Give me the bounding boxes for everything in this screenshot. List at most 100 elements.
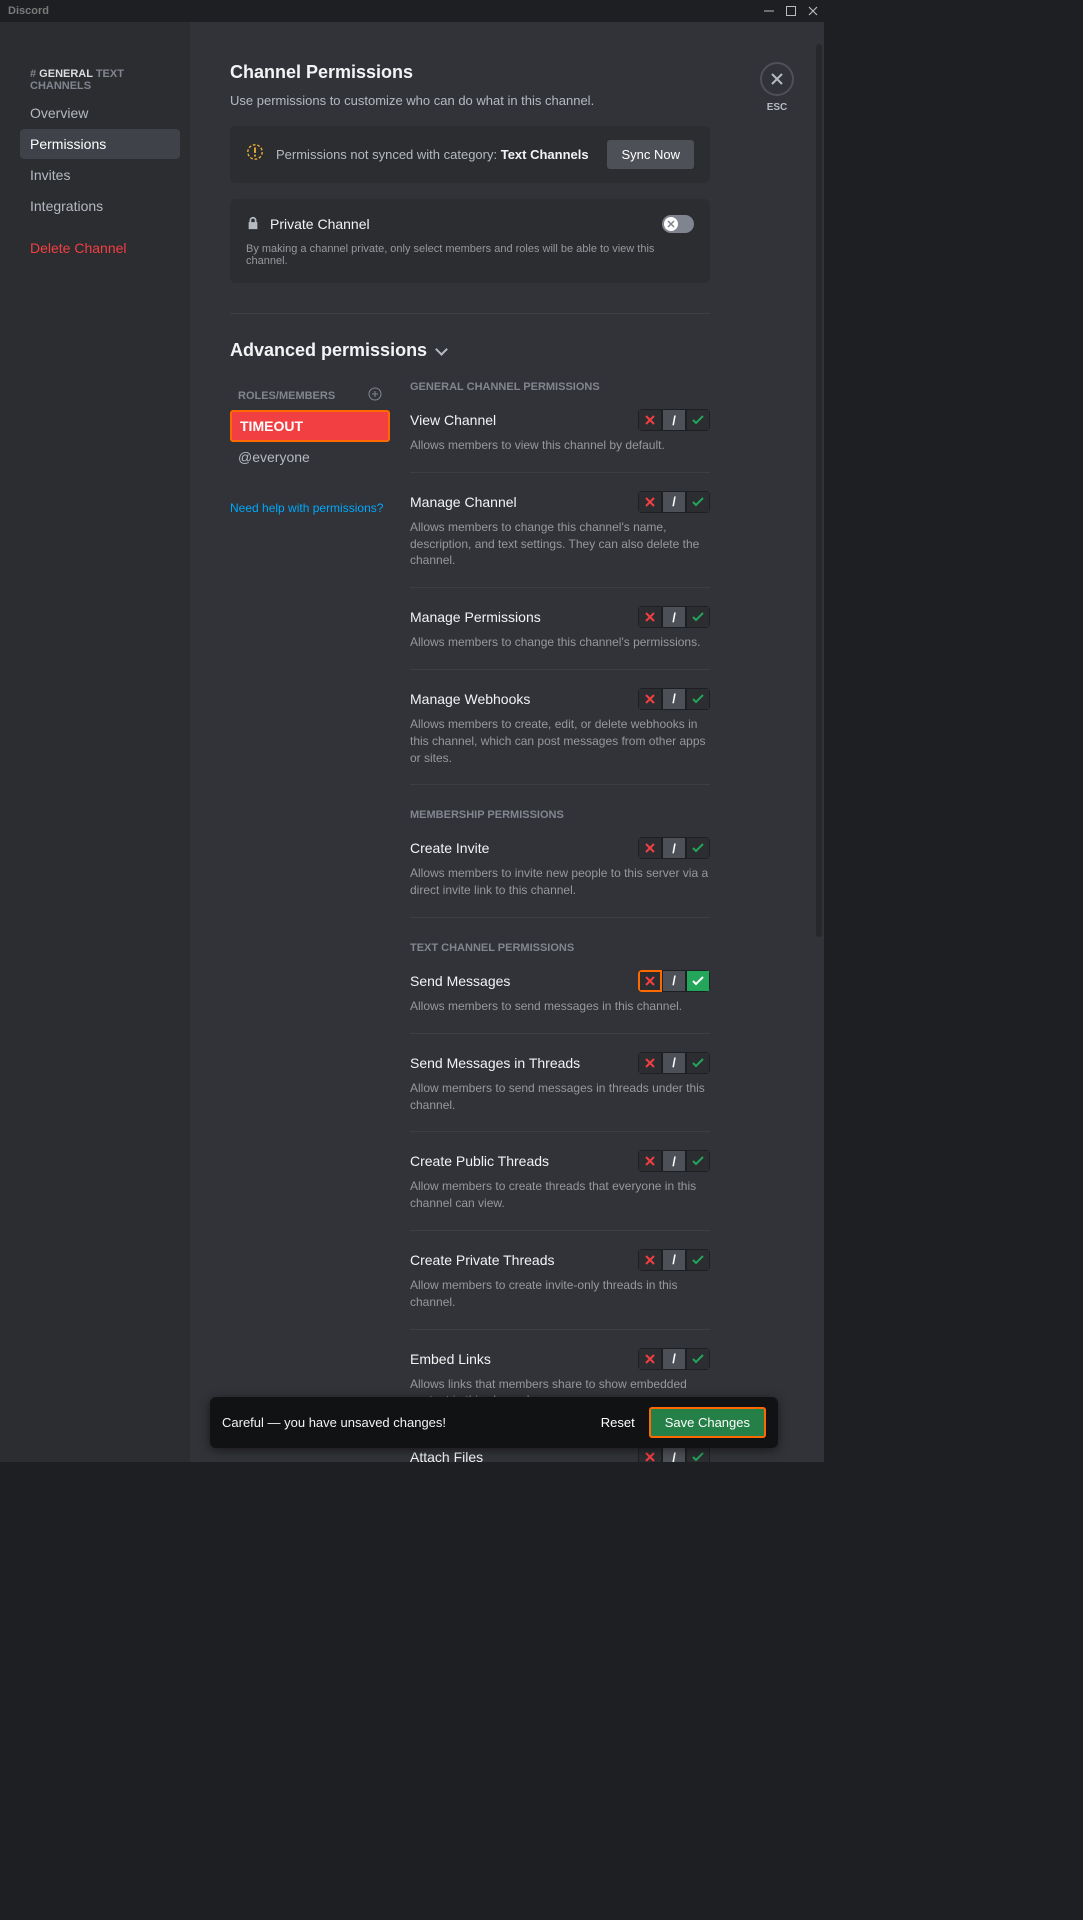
sidebar-item-delete-channel[interactable]: Delete Channel xyxy=(20,233,180,263)
permissions-column: GENERAL CHANNEL PERMISSIONS View Channel… xyxy=(410,381,710,1462)
permission-desc: Allow members to create invite-only thre… xyxy=(410,1277,710,1311)
permission-tri-toggle: / xyxy=(638,1249,710,1271)
deny-button[interactable] xyxy=(638,1348,662,1370)
titlebar: Discord xyxy=(0,0,824,22)
permission-desc: Allows members to view this channel by d… xyxy=(410,437,710,454)
deny-button[interactable] xyxy=(638,1249,662,1271)
permission-desc: Allows members to change this channel's … xyxy=(410,634,710,651)
deny-button[interactable] xyxy=(638,970,662,992)
role-item[interactable]: TIMEOUT xyxy=(230,410,390,442)
passthrough-button[interactable]: / xyxy=(662,970,686,992)
allow-button[interactable] xyxy=(686,688,710,710)
permission-tri-toggle: / xyxy=(638,688,710,710)
permission-tri-toggle: / xyxy=(638,491,710,513)
permission-desc: Allows members to change this channel's … xyxy=(410,519,710,569)
passthrough-button[interactable]: / xyxy=(662,1348,686,1370)
allow-button[interactable] xyxy=(686,606,710,628)
close-window-button[interactable] xyxy=(802,0,824,22)
passthrough-button[interactable]: / xyxy=(662,1150,686,1172)
allow-button[interactable] xyxy=(686,1446,710,1462)
perm-group-header: TEXT CHANNEL PERMISSIONS xyxy=(410,942,710,954)
permission-name: Attach Files xyxy=(410,1449,483,1462)
passthrough-button[interactable]: / xyxy=(662,409,686,431)
passthrough-button[interactable]: / xyxy=(662,606,686,628)
permission-desc: Allows members to send messages in this … xyxy=(410,998,710,1015)
allow-button[interactable] xyxy=(686,1150,710,1172)
sync-now-button[interactable]: Sync Now xyxy=(607,140,694,169)
permission-name: Manage Permissions xyxy=(410,609,541,625)
reset-button[interactable]: Reset xyxy=(587,1408,649,1437)
allow-button[interactable] xyxy=(686,409,710,431)
deny-button[interactable] xyxy=(638,491,662,513)
deny-button[interactable] xyxy=(638,837,662,859)
deny-button[interactable] xyxy=(638,1052,662,1074)
sidebar-item-invites[interactable]: Invites xyxy=(20,160,180,190)
permission-name: Send Messages xyxy=(410,973,510,989)
passthrough-button[interactable]: / xyxy=(662,688,686,710)
roles-column: ROLES/MEMBERS TIMEOUT@everyone Need help… xyxy=(230,381,390,1462)
close-icon xyxy=(770,72,784,86)
close-button[interactable] xyxy=(760,62,794,96)
permission-item: Send Messages / Allows members to send m… xyxy=(410,970,710,1034)
chevron-down-icon[interactable] xyxy=(437,346,447,356)
passthrough-button[interactable]: / xyxy=(662,837,686,859)
minimize-button[interactable] xyxy=(758,0,780,22)
sidebar-item-overview[interactable]: Overview xyxy=(20,98,180,128)
passthrough-button[interactable]: / xyxy=(662,1052,686,1074)
permission-item: Manage Permissions / Allows members to c… xyxy=(410,606,710,670)
private-title: Private Channel xyxy=(270,216,370,232)
permission-tri-toggle: / xyxy=(638,837,710,859)
permission-tri-toggle: / xyxy=(638,1052,710,1074)
passthrough-button[interactable]: / xyxy=(662,1249,686,1271)
allow-button[interactable] xyxy=(686,837,710,859)
deny-button[interactable] xyxy=(638,688,662,710)
passthrough-button[interactable]: / xyxy=(662,1446,686,1462)
toggle-knob xyxy=(664,217,678,231)
allow-button[interactable] xyxy=(686,1249,710,1271)
app-name: Discord xyxy=(8,5,49,17)
deny-button[interactable] xyxy=(638,409,662,431)
deny-button[interactable] xyxy=(638,606,662,628)
sidebar-item-permissions[interactable]: Permissions xyxy=(20,129,180,159)
allow-button[interactable] xyxy=(686,1348,710,1370)
private-toggle[interactable] xyxy=(662,215,694,233)
lock-icon xyxy=(246,216,260,233)
permission-tri-toggle: / xyxy=(638,1446,710,1462)
permission-tri-toggle: / xyxy=(638,1150,710,1172)
save-changes-button[interactable]: Save Changes xyxy=(649,1407,766,1438)
permission-name: Create Public Threads xyxy=(410,1153,549,1169)
settings-sidebar: # GENERAL TEXT CHANNELS Overview Permiss… xyxy=(0,22,190,1462)
close-label: ESC xyxy=(760,102,794,113)
save-warning-text: Careful — you have unsaved changes! xyxy=(222,1415,587,1430)
deny-button[interactable] xyxy=(638,1446,662,1462)
sidebar-header: # GENERAL TEXT CHANNELS xyxy=(20,62,180,98)
passthrough-button[interactable]: / xyxy=(662,491,686,513)
role-item[interactable]: @everyone xyxy=(230,443,390,471)
help-link[interactable]: Need help with permissions? xyxy=(230,501,390,515)
maximize-button[interactable] xyxy=(780,0,802,22)
allow-button[interactable] xyxy=(686,1052,710,1074)
allow-button[interactable] xyxy=(686,491,710,513)
deny-button[interactable] xyxy=(638,1150,662,1172)
permission-item: Attach Files / Allows members to upload … xyxy=(410,1446,710,1462)
page-subtitle: Use permissions to customize who can do … xyxy=(230,93,710,108)
sidebar-item-integrations[interactable]: Integrations xyxy=(20,191,180,221)
save-changes-bar: Careful — you have unsaved changes! Rese… xyxy=(210,1397,778,1448)
permission-name: Manage Channel xyxy=(410,494,517,510)
perm-group-header: GENERAL CHANNEL PERMISSIONS xyxy=(410,381,710,393)
allow-button[interactable] xyxy=(686,970,710,992)
permission-desc: Allow members to send messages in thread… xyxy=(410,1080,710,1114)
permission-item: Create Private Threads / Allow members t… xyxy=(410,1249,710,1330)
private-channel-box: Private Channel By making a channel priv… xyxy=(230,199,710,283)
permission-tri-toggle: / xyxy=(638,409,710,431)
roles-header: ROLES/MEMBERS xyxy=(230,381,390,410)
permission-item: Create Public Threads / Allow members to… xyxy=(410,1150,710,1231)
add-role-icon[interactable] xyxy=(368,387,382,404)
permission-desc: Allows members to invite new people to t… xyxy=(410,865,710,899)
content-wrapper: ESC Channel Permissions Use permissions … xyxy=(190,22,824,1462)
permission-item: Manage Channel / Allows members to chang… xyxy=(410,491,710,588)
x-icon xyxy=(667,220,675,228)
page-title: Channel Permissions xyxy=(230,62,710,83)
scrollbar[interactable] xyxy=(816,44,822,937)
permission-name: View Channel xyxy=(410,412,496,428)
